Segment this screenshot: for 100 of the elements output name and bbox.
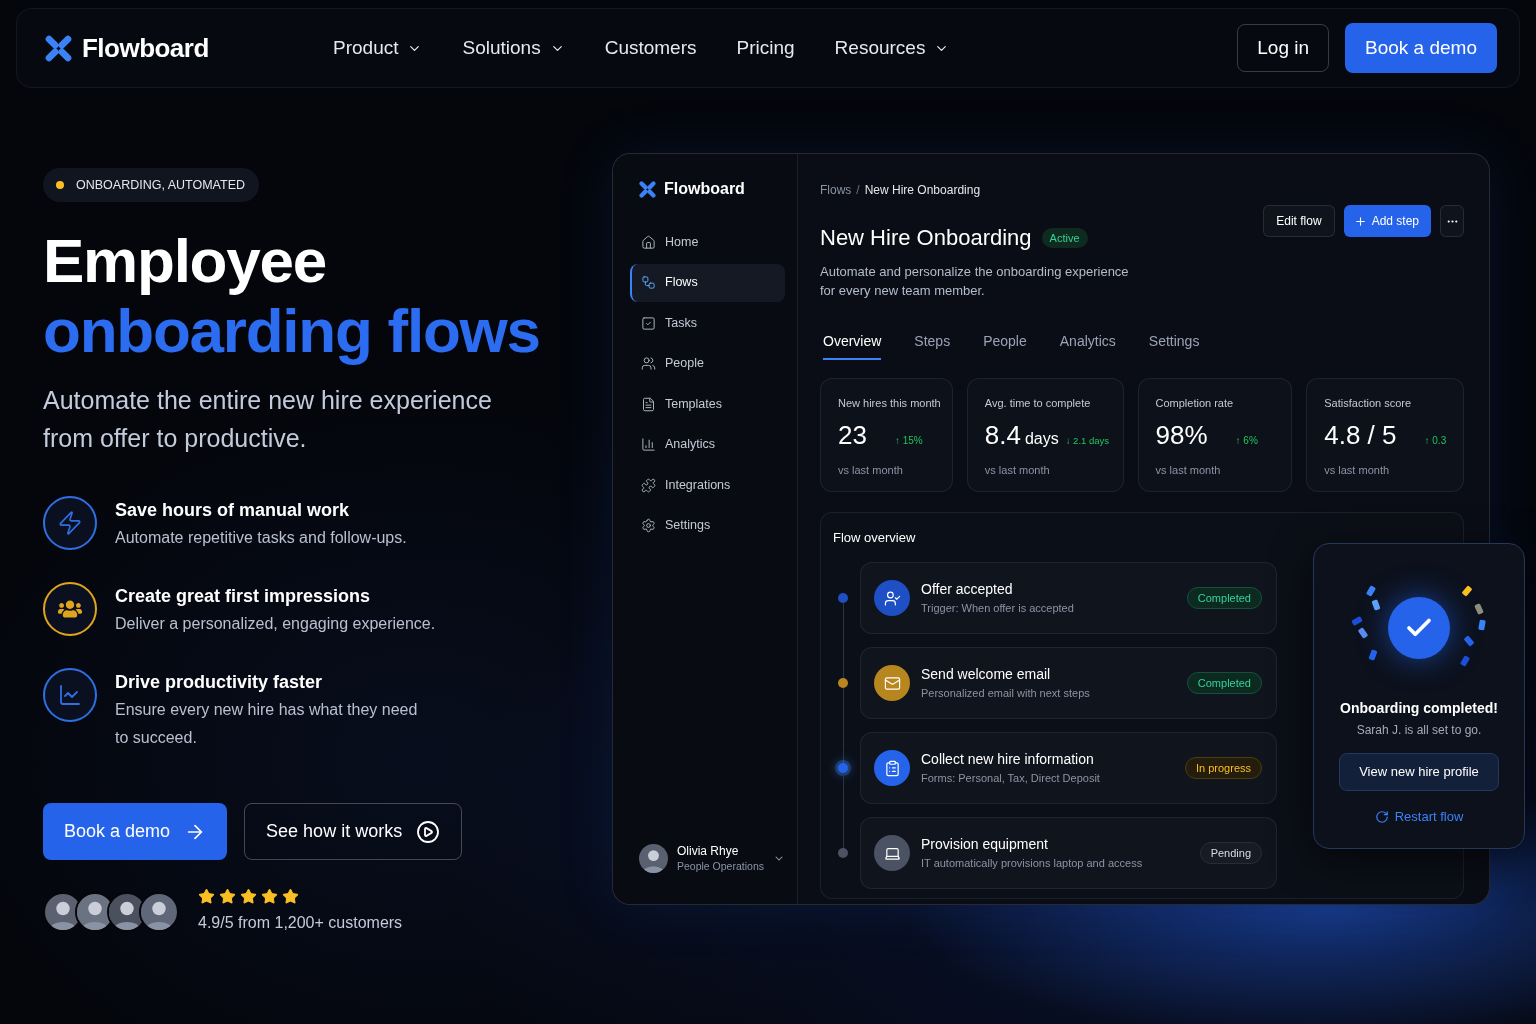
star-icon	[219, 888, 236, 905]
logo-icon	[639, 180, 656, 198]
sidebar-item[interactable]: Analytics	[630, 425, 785, 464]
step-description: Forms: Personal, Tax, Direct Deposit	[921, 771, 1100, 786]
sidebar-item[interactable]: Flows	[630, 263, 785, 302]
edit-flow-button[interactable]: Edit flow	[1263, 205, 1335, 237]
checkbox-icon	[641, 315, 656, 331]
stat-value: 8.4	[984, 419, 1021, 451]
stat-note: vs last month	[1324, 463, 1391, 477]
sidebar-item[interactable]: People	[630, 344, 785, 383]
hero-title: Employee	[43, 226, 327, 296]
step-title: Offer accepted	[921, 580, 1014, 598]
stat-change: ↑ 15%	[894, 434, 923, 448]
step-status-badge: Completed	[1186, 587, 1262, 609]
nav-link[interactable]: Resources	[834, 33, 950, 63]
step-status-badge: In progress	[1184, 757, 1262, 779]
stat-change: ↑ 6%	[1235, 434, 1258, 448]
step-description: Personalized email with next steps	[921, 686, 1090, 701]
sidebar-item[interactable]: Settings	[630, 506, 785, 545]
clipboard-icon	[874, 750, 910, 786]
stat-label: Completion rate	[1155, 396, 1235, 410]
tab[interactable]: People	[983, 331, 1027, 360]
avatar-icon	[639, 844, 668, 873]
step-description: IT automatically provisions laptop and access	[921, 856, 1143, 871]
hero-subtitle: Automate the entire new hire experience from offer to productive.	[43, 385, 493, 454]
logo-icon	[45, 34, 72, 62]
stat-note: vs last month	[1155, 463, 1222, 477]
stat-value: 23	[838, 419, 867, 451]
breadcrumb-link[interactable]: Flows	[820, 182, 852, 198]
user-name: Olivia Rhye	[677, 843, 740, 859]
laptop-icon	[874, 835, 910, 871]
panel-title: Flow overview	[833, 530, 917, 546]
nav-link[interactable]: Product	[333, 33, 423, 63]
feature-title: Save hours of manual work	[115, 499, 351, 522]
completion-title: Onboarding completed!	[1340, 699, 1498, 718]
nav-link[interactable]: Pricing	[736, 33, 795, 63]
stat-note: vs last month	[838, 463, 904, 477]
user-check-icon	[874, 580, 910, 616]
envelope-icon	[874, 665, 910, 701]
breadcrumb-separator: /	[856, 182, 860, 198]
sidebar-item[interactable]: Integrations	[630, 466, 785, 504]
home-icon	[641, 234, 656, 250]
status-badge: Active	[1041, 228, 1088, 248]
step-status-badge: Pending	[1199, 842, 1262, 864]
people-icon	[641, 356, 656, 371]
refresh-icon	[1374, 810, 1389, 824]
restart-flow-link[interactable]: Restart flow	[1374, 808, 1464, 826]
workflow-icon	[641, 275, 656, 290]
step-card[interactable]: Offer accepted Trigger: When offer is accepted Completed	[860, 562, 1277, 634]
stat-value: 4.8 / 5	[1324, 419, 1397, 451]
login-button[interactable]: Log in	[1237, 24, 1330, 72]
feature-description: Deliver a personalized, engaging experience.	[115, 614, 436, 634]
step-title: Provision equipment	[921, 835, 1049, 853]
tab[interactable]: Steps	[914, 331, 951, 360]
step-card[interactable]: Collect new hire information Forms: Personal, Tax, Direct Deposit In progress	[860, 732, 1277, 804]
breadcrumb-current: New Hire Onboarding	[864, 182, 981, 198]
sidebar-item[interactable]: Tasks	[630, 304, 785, 342]
step-title: Send welcome email	[921, 665, 1052, 683]
book-demo-button[interactable]: Book a demo	[43, 803, 228, 860]
user-role: People Operations	[677, 859, 764, 874]
star-icon	[282, 888, 299, 905]
page-title: New Hire Onboarding	[820, 224, 1032, 252]
tab[interactable]: Overview	[823, 331, 882, 360]
stat-label: New hires this month	[838, 396, 942, 410]
sidebar-item[interactable]: Home	[630, 223, 785, 261]
brand-name: Flowboard	[82, 31, 209, 65]
bar-chart-icon	[641, 437, 656, 452]
tab[interactable]: Analytics	[1059, 331, 1116, 360]
hero-title-accent: onboarding flows	[43, 296, 540, 366]
plus-icon	[1353, 214, 1367, 228]
stat-change: ↓ 2.1 days	[1065, 434, 1110, 448]
stat-change: ↑ 0.3	[1424, 434, 1447, 448]
sidebar-item[interactable]: Templates	[630, 385, 785, 423]
nav-link[interactable]: Solutions	[462, 33, 565, 63]
book-demo-button[interactable]: Book a demo	[1345, 23, 1497, 73]
feature-title: Create great first impressions	[115, 585, 372, 608]
step-title: Collect new hire information	[921, 750, 1095, 768]
step-status-badge: Completed	[1186, 672, 1262, 694]
step-description: Trigger: When offer is accepted	[921, 601, 1074, 616]
step-card[interactable]: Provision equipment IT automatically provisions laptop and access Pending	[860, 817, 1277, 889]
page-description: Automate and personalize the onboarding experience for every new team member.	[820, 263, 1130, 300]
nav-link[interactable]: Customers	[604, 33, 697, 63]
add-step-button[interactable]: Add step	[1343, 205, 1431, 237]
stat-value: 98%	[1155, 419, 1208, 451]
brand-name: Flowboard	[664, 179, 745, 199]
settings-icon	[641, 518, 656, 533]
stat-note: vs last month	[984, 463, 1051, 477]
tab[interactable]: Settings	[1148, 331, 1200, 360]
star-icon	[240, 888, 257, 905]
view-profile-button[interactable]: View new hire profile	[1339, 753, 1499, 791]
star-icon	[198, 888, 215, 905]
star-icon	[261, 888, 278, 905]
document-icon	[641, 396, 656, 412]
rating-text: 4.9/5 from 1,200+ customers	[198, 913, 403, 933]
step-card[interactable]: Send welcome email Personalized email with next steps Completed	[860, 647, 1277, 719]
eyebrow-text: ONBOARDING, AUTOMATED	[76, 176, 245, 194]
play-icon	[416, 819, 441, 844]
avatar-icon	[139, 891, 179, 932]
see-how-it-works-button[interactable]: See how it works	[244, 803, 463, 860]
feature-title: Drive productivity faster	[115, 671, 324, 694]
